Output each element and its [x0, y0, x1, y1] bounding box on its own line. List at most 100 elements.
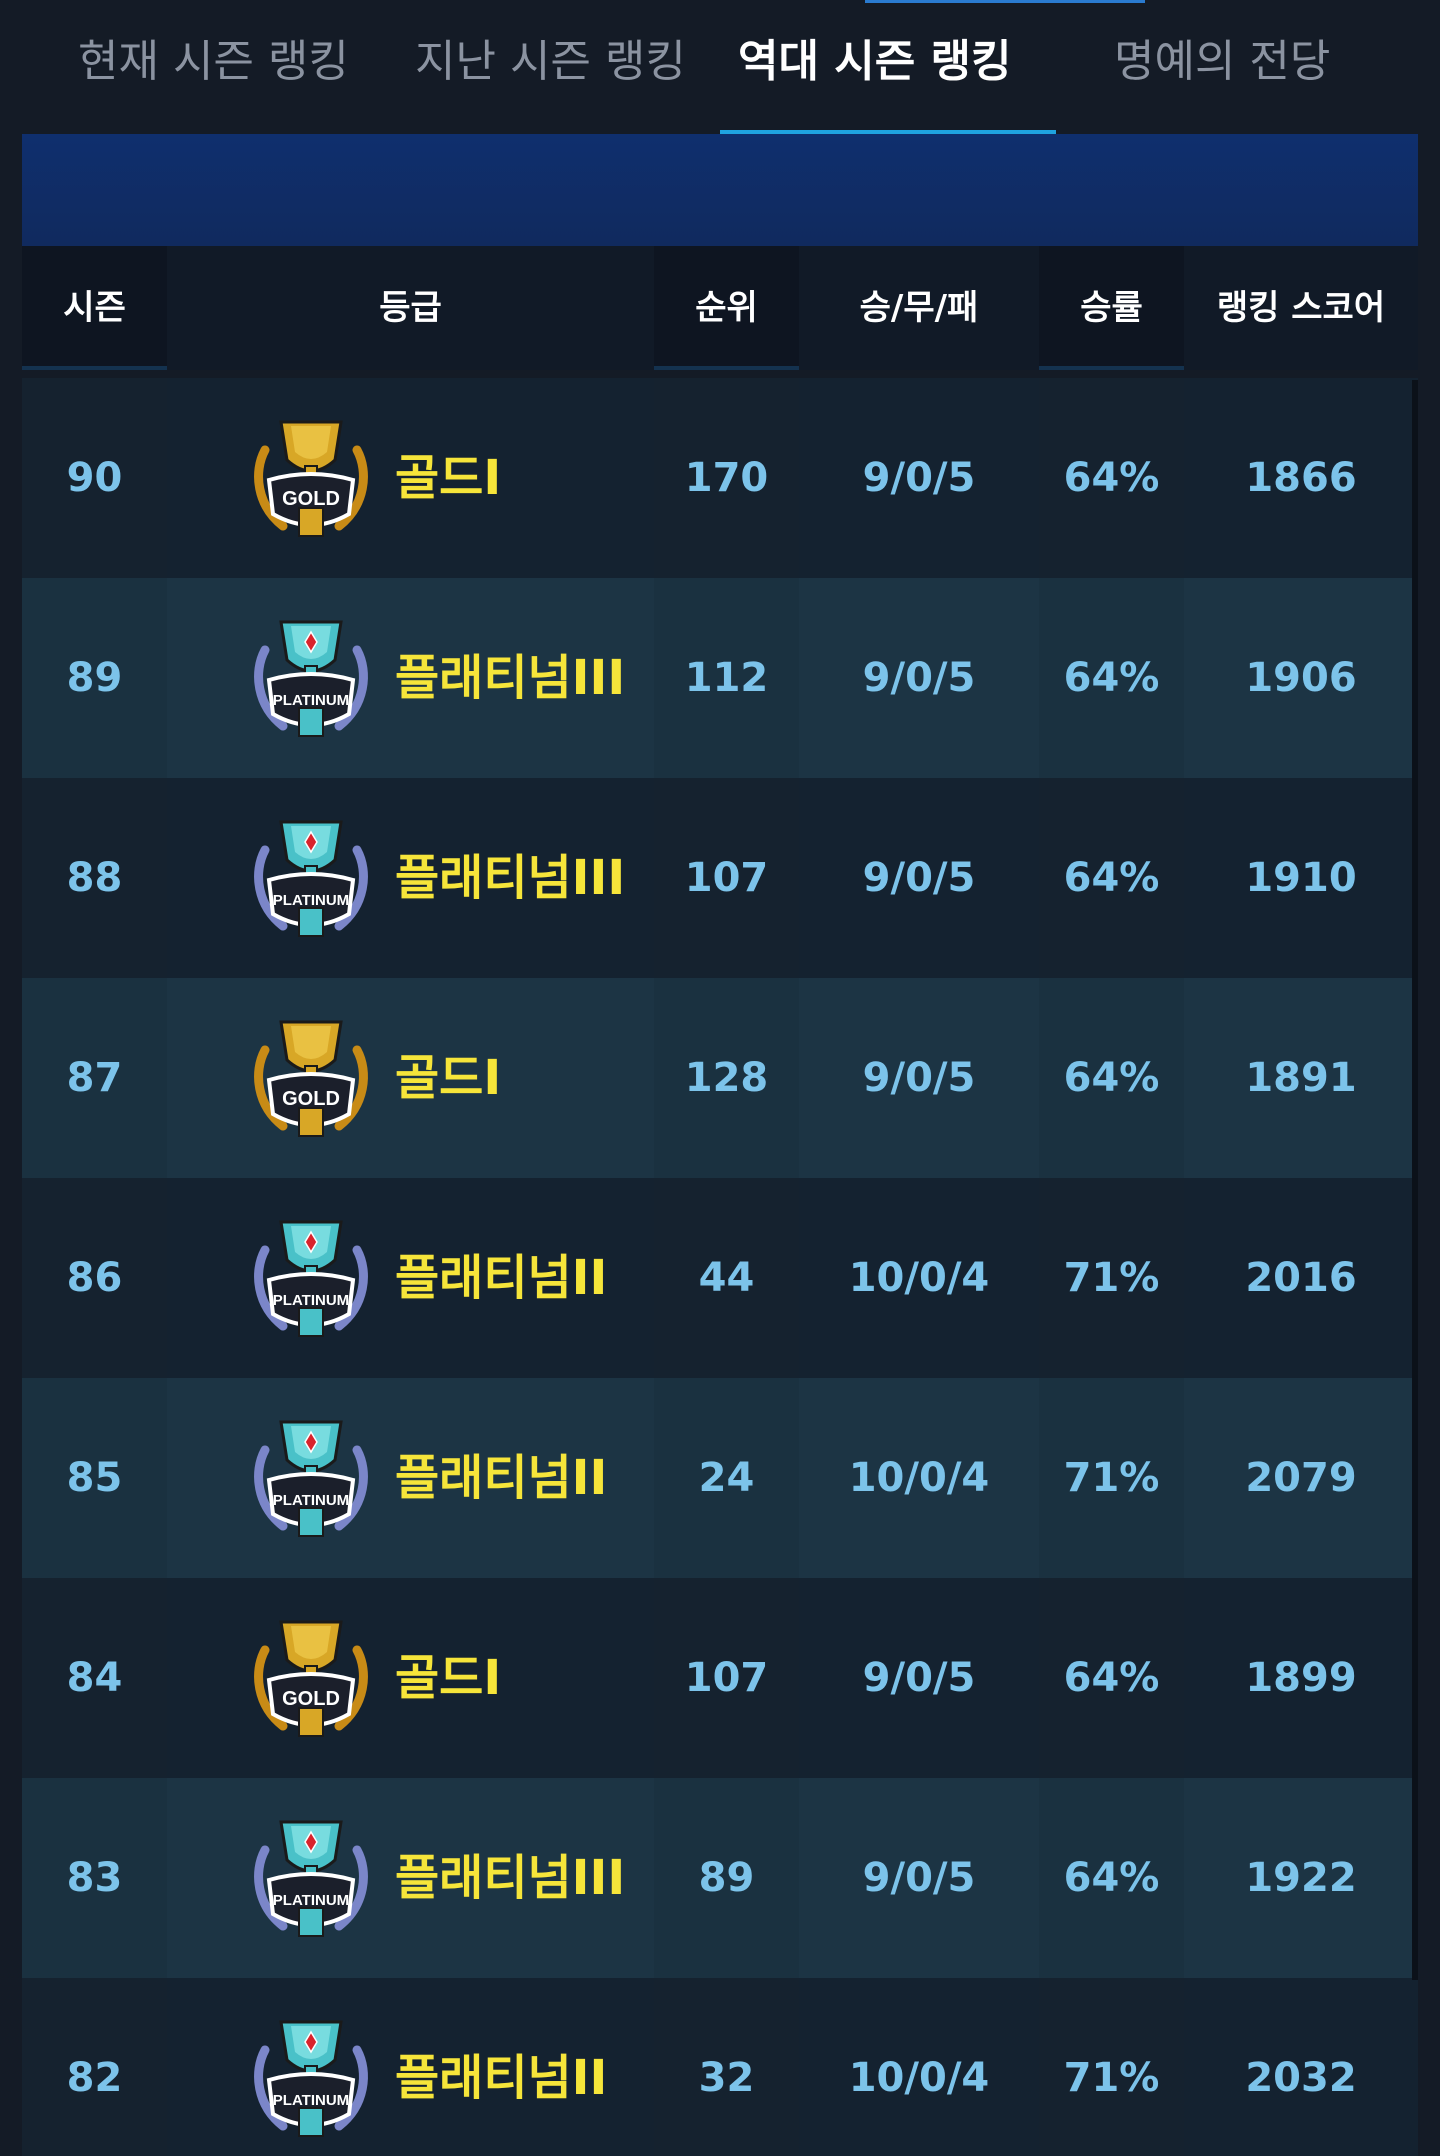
platinum-emblem-icon: PLATINUM	[243, 1410, 379, 1546]
grade-label: 골드I	[395, 1050, 502, 1106]
score-cell: 1899	[1184, 1578, 1418, 1778]
rank-cell: 44	[698, 1255, 755, 1301]
table-header: 시즌 등급 순위 승/무/패 승률 랭킹 스코어	[22, 246, 1418, 370]
score-cell: 1906	[1184, 578, 1418, 778]
platinum-emblem-icon: PLATINUM	[243, 1210, 379, 1346]
winrate-cell: 64%	[1063, 455, 1160, 501]
page: 현재 시즌 랭킹 지난 시즌 랭킹 역대 시즌 랭킹 명예의 전당 시즌 등급 …	[0, 0, 1440, 2156]
gold-emblem-icon: GOLD	[243, 1610, 379, 1746]
platinum-emblem-icon: PLATINUM	[243, 2010, 379, 2146]
table-row-season-82[interactable]: 82 PLATINUM 플래티넘II 32 10/0/4 71% 2032	[22, 1978, 1418, 2156]
record-cell: 9/0/5	[799, 378, 1039, 578]
grade-cell: PLATINUM 플래티넘III	[167, 778, 654, 978]
header-winrate: 승률	[1080, 288, 1143, 328]
record-cell: 10/0/4	[799, 1978, 1039, 2156]
season-cell: 88	[66, 855, 123, 901]
score-cell: 2032	[1184, 1978, 1418, 2156]
score-cell: 1866	[1184, 378, 1418, 578]
platinum-emblem-icon: PLATINUM	[243, 610, 379, 746]
table-row-season-90[interactable]: 90 GOLD 골드I 170 9/0/5 64% 1866	[22, 378, 1418, 578]
grade-cell: PLATINUM 플래티넘III	[167, 1778, 654, 1978]
rank-cell: 89	[698, 1855, 755, 1901]
tab-all-seasons[interactable]: 역대 시즌 랭킹	[738, 30, 1012, 94]
grade-label: 플래티넘III	[395, 850, 626, 906]
grade-cell: GOLD 골드I	[167, 978, 654, 1178]
rank-cell: 107	[684, 855, 769, 901]
rank-cell: 32	[698, 2055, 755, 2101]
season-cell: 84	[66, 1655, 123, 1701]
platinum-emblem-icon: PLATINUM	[243, 1810, 379, 1946]
record-cell: 9/0/5	[799, 778, 1039, 978]
platinum-emblem-icon: PLATINUM	[243, 810, 379, 946]
winrate-cell: 71%	[1063, 2055, 1160, 2101]
table-row-season-88[interactable]: 88 PLATINUM 플래티넘III 107 9/0/5 64% 1910	[22, 778, 1418, 978]
header-record: 승/무/패	[799, 246, 1039, 370]
grade-cell: PLATINUM 플래티넘II	[167, 1178, 654, 1378]
rank-cell: 24	[698, 1455, 755, 1501]
winrate-cell: 64%	[1063, 1055, 1160, 1101]
scrollbar[interactable]	[1412, 380, 1418, 1980]
winrate-cell: 64%	[1063, 1655, 1160, 1701]
record-cell: 10/0/4	[799, 1178, 1039, 1378]
svg-text:PLATINUM: PLATINUM	[273, 1892, 349, 1909]
record-cell: 9/0/5	[799, 978, 1039, 1178]
score-cell: 1922	[1184, 1778, 1418, 1978]
rank-cell: 128	[684, 1055, 769, 1101]
score-cell: 1891	[1184, 978, 1418, 1178]
table-body: 90 GOLD 골드I 170 9/0/5 64% 1866 89 PLATIN…	[22, 378, 1418, 2156]
rank-cell: 112	[684, 655, 769, 701]
tab-last-season[interactable]: 지난 시즌 랭킹	[415, 30, 686, 94]
table-row-season-87[interactable]: 87 GOLD 골드I 128 9/0/5 64% 1891	[22, 978, 1418, 1178]
gold-emblem-icon: GOLD	[243, 1010, 379, 1146]
svg-text:GOLD: GOLD	[282, 488, 340, 510]
rank-cell: 107	[684, 1655, 769, 1701]
svg-text:GOLD: GOLD	[282, 1088, 340, 1110]
gold-emblem-icon: GOLD	[243, 410, 379, 546]
grade-label: 플래티넘II	[395, 2050, 608, 2106]
winrate-cell: 64%	[1063, 855, 1160, 901]
grade-cell: PLATINUM 플래티넘II	[167, 1378, 654, 1578]
ranking-tab-bar: 현재 시즌 랭킹 지난 시즌 랭킹 역대 시즌 랭킹 명예의 전당	[0, 0, 1440, 138]
svg-text:PLATINUM: PLATINUM	[273, 892, 349, 909]
winrate-cell: 71%	[1063, 1455, 1160, 1501]
svg-text:PLATINUM: PLATINUM	[273, 2092, 349, 2109]
grade-cell: PLATINUM 플래티넘III	[167, 578, 654, 778]
season-cell: 87	[66, 1055, 123, 1101]
header-rank: 순위	[695, 288, 758, 328]
season-cell: 89	[66, 655, 123, 701]
table-row-season-86[interactable]: 86 PLATINUM 플래티넘II 44 10/0/4 71% 2016	[22, 1178, 1418, 1378]
grade-label: 골드I	[395, 450, 502, 506]
svg-text:GOLD: GOLD	[282, 1688, 340, 1710]
grade-label: 플래티넘II	[395, 1450, 608, 1506]
tab-hall-of-fame[interactable]: 명예의 전당	[1114, 30, 1330, 94]
score-cell: 2079	[1184, 1378, 1418, 1578]
winrate-cell: 64%	[1063, 655, 1160, 701]
rank-cell: 170	[684, 455, 769, 501]
header-grade: 등급	[167, 246, 654, 370]
table-row-season-89[interactable]: 89 PLATINUM 플래티넘III 112 9/0/5 64% 1906	[22, 578, 1418, 778]
season-cell: 90	[66, 455, 123, 501]
tab-current-season[interactable]: 현재 시즌 랭킹	[78, 30, 349, 94]
record-cell: 10/0/4	[799, 1378, 1039, 1578]
season-cell: 85	[66, 1455, 123, 1501]
grade-cell: PLATINUM 플래티넘II	[167, 1978, 654, 2156]
record-cell: 9/0/5	[799, 1578, 1039, 1778]
score-cell: 2016	[1184, 1178, 1418, 1378]
grade-label: 골드I	[395, 1650, 502, 1706]
svg-text:PLATINUM: PLATINUM	[273, 692, 349, 709]
table-row-season-84[interactable]: 84 GOLD 골드I 107 9/0/5 64% 1899	[22, 1578, 1418, 1778]
svg-text:PLATINUM: PLATINUM	[273, 1492, 349, 1509]
score-cell: 1910	[1184, 778, 1418, 978]
grade-label: 플래티넘II	[395, 1250, 608, 1306]
grade-label: 플래티넘III	[395, 650, 626, 706]
record-cell: 9/0/5	[799, 578, 1039, 778]
header-season: 시즌	[63, 288, 126, 328]
grade-label: 플래티넘III	[395, 1850, 626, 1906]
season-cell: 82	[66, 2055, 123, 2101]
grade-cell: GOLD 골드I	[167, 378, 654, 578]
table-row-season-83[interactable]: 83 PLATINUM 플래티넘III 89 9/0/5 64% 1922	[22, 1778, 1418, 1978]
season-cell: 86	[66, 1255, 123, 1301]
top-accent-line	[865, 0, 1145, 3]
grade-cell: GOLD 골드I	[167, 1578, 654, 1778]
table-row-season-85[interactable]: 85 PLATINUM 플래티넘II 24 10/0/4 71% 2079	[22, 1378, 1418, 1578]
